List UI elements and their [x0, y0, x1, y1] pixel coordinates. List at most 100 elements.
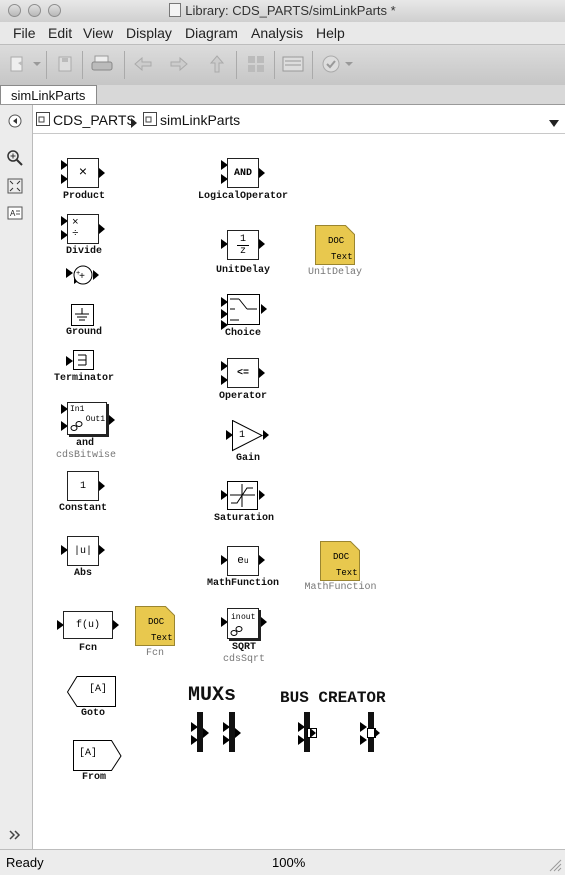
breadcrumb-child[interactable]: simLinkParts: [160, 112, 240, 128]
logical-operator-label: LogicalOperator: [197, 191, 288, 202]
operator-block[interactable]: <=: [227, 358, 259, 388]
tab-strip: simLinkParts: [0, 85, 565, 105]
logical-op-symbol: AND: [233, 167, 252, 179]
gain-value: 1: [239, 430, 246, 441]
terminator-block[interactable]: [73, 350, 97, 372]
back-icon[interactable]: [130, 53, 156, 75]
terminator-label: Terminator: [53, 373, 114, 384]
abs-symbol: |u|: [73, 545, 92, 557]
divide-obelus: ÷: [72, 228, 79, 240]
status-text: Ready: [6, 855, 44, 870]
output-port: [374, 728, 380, 738]
choice-block[interactable]: [227, 294, 261, 326]
menu-display[interactable]: Display: [126, 25, 172, 41]
up-icon[interactable]: [204, 53, 230, 75]
fcn-doc-block[interactable]: DOC Text: [135, 606, 175, 646]
print-icon[interactable]: [89, 53, 115, 75]
output-port: [109, 415, 115, 425]
unit-delay-block[interactable]: 1 z: [227, 230, 259, 260]
menu-file[interactable]: File: [13, 25, 36, 41]
check-dropdown-icon[interactable]: [342, 53, 356, 75]
breadcrumb-root[interactable]: CDS_PARTS: [53, 112, 136, 128]
sum-block[interactable]: + +: [66, 264, 102, 290]
zoom-in-icon[interactable]: [7, 150, 23, 166]
math-function-label: MathFunction: [206, 578, 279, 589]
fit-to-view-icon[interactable]: [7, 178, 23, 194]
new-model-dropdown-icon[interactable]: [30, 53, 44, 75]
subsystem-icon: [143, 112, 157, 131]
and-block[interactable]: In1 Out1: [67, 402, 107, 435]
constant-block[interactable]: 1: [67, 471, 99, 501]
toolbar-divider: [82, 51, 83, 79]
product-symbol: ×: [78, 165, 88, 181]
saturation-block[interactable]: [227, 481, 261, 511]
fcn-label: Fcn: [78, 643, 97, 654]
unit-delay-doc-block[interactable]: DOC Text: [315, 225, 355, 265]
tab-simlinkparts[interactable]: simLinkParts: [0, 85, 97, 104]
zoom-level: 100%: [272, 855, 306, 870]
toolbar-divider: [46, 51, 47, 79]
abs-block[interactable]: |u|: [67, 536, 99, 566]
ground-block[interactable]: [71, 304, 97, 328]
gain-block[interactable]: [232, 420, 264, 452]
math-function-doc-block[interactable]: DOC Text: [320, 541, 360, 581]
goto-label: Goto: [80, 708, 105, 719]
from-label: From: [81, 772, 106, 783]
output-port: [261, 304, 267, 314]
product-block[interactable]: ×: [67, 158, 99, 188]
divide-block[interactable]: × ÷: [67, 214, 99, 244]
save-icon[interactable]: [52, 53, 78, 75]
status-bar: Ready 100%: [0, 849, 565, 875]
breadcrumb-dropdown-icon[interactable]: [549, 115, 559, 133]
choice-label: Choice: [224, 328, 261, 339]
output-port: [113, 620, 119, 630]
abs-label: Abs: [73, 568, 92, 579]
math-base: e: [237, 555, 244, 567]
toolbar-divider: [124, 51, 125, 79]
check-icon[interactable]: [318, 53, 344, 75]
library-icon: [36, 112, 50, 131]
toolbar-divider: [312, 51, 313, 79]
resize-grip-icon[interactable]: [548, 858, 562, 872]
library-browser-icon[interactable]: [280, 53, 306, 75]
doc-text: Text: [151, 633, 173, 643]
bus-creator-annotation: BUS CREATOR: [280, 689, 386, 707]
menu-help[interactable]: Help: [316, 25, 345, 41]
left-palette: A: [0, 105, 33, 849]
model-browser-icon[interactable]: [243, 53, 269, 75]
logical-operator-block[interactable]: AND: [227, 158, 259, 188]
output-port: [259, 239, 265, 249]
fcn-doc-label: Fcn: [145, 648, 164, 659]
product-label: Product: [62, 191, 105, 202]
forward-icon[interactable]: [166, 53, 192, 75]
annotation-icon[interactable]: A: [7, 205, 23, 221]
operator-label: Operator: [218, 391, 267, 402]
unit-delay-doc-label: UnitDelay: [307, 267, 362, 278]
diagram-canvas[interactable]: × Product × ÷ Divide + + Ground Terminat…: [33, 134, 565, 849]
output-port: [99, 224, 105, 234]
expand-palette-icon[interactable]: [7, 827, 23, 843]
and-sublabel: cdsBitwise: [55, 450, 116, 461]
menu-edit[interactable]: Edit: [48, 25, 72, 41]
sqrt-block[interactable]: in out: [227, 608, 259, 639]
menu-analysis[interactable]: Analysis: [251, 25, 303, 41]
svg-text:+: +: [76, 270, 80, 278]
output-port: [259, 368, 265, 378]
menu-diagram[interactable]: Diagram: [185, 25, 238, 41]
fcn-block[interactable]: f(u): [63, 611, 113, 639]
menu-view[interactable]: View: [83, 25, 113, 41]
saturation-label: Saturation: [213, 513, 274, 524]
math-function-block[interactable]: eu: [227, 546, 259, 576]
input-port: [66, 356, 73, 366]
output-port: [259, 168, 265, 178]
toolbar: [0, 44, 565, 86]
toolbar-divider: [236, 51, 237, 79]
window-title: Library: CDS_PARTS/simLinkParts *: [0, 3, 565, 18]
doc-text: Text: [331, 252, 353, 262]
divide-label: Divide: [65, 246, 102, 257]
hide-browser-icon[interactable]: [7, 113, 23, 129]
toolbar-divider: [274, 51, 275, 79]
new-model-icon[interactable]: [4, 53, 30, 75]
svg-text:A: A: [10, 209, 16, 218]
output-port: [99, 168, 105, 178]
